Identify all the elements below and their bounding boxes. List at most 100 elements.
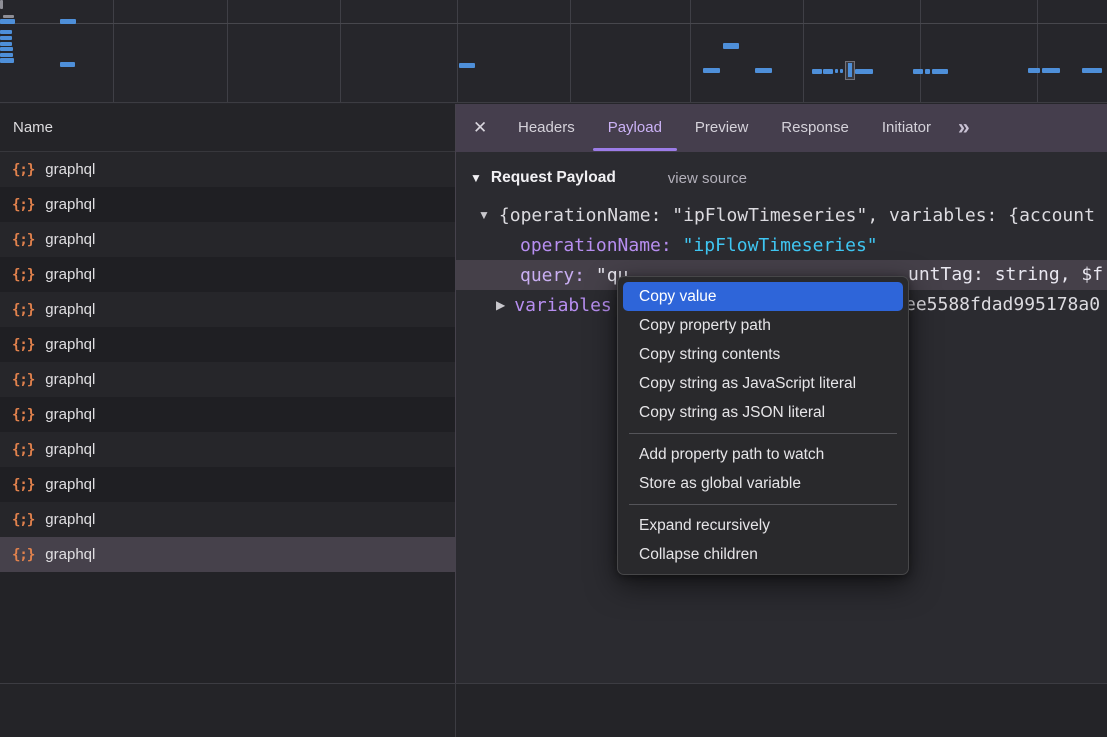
request-timing-bar — [932, 69, 948, 74]
property-key: query: — [520, 265, 585, 286]
json-file-icon: {;} — [12, 512, 34, 528]
menu-item-copy-string-as-json-literal[interactable]: Copy string as JSON literal — [623, 398, 903, 427]
overview-row-divider — [0, 23, 1107, 24]
request-payload-section-header: ▼ Request Payload view source — [456, 164, 1107, 192]
request-timing-bar — [1028, 68, 1040, 73]
request-name: graphql — [45, 406, 95, 423]
request-timing-bar — [60, 62, 75, 67]
json-file-icon: {;} — [12, 302, 34, 318]
tab-preview[interactable]: Preview — [695, 104, 748, 152]
overview-gridline — [457, 0, 458, 102]
request-row[interactable]: {;} graphql — [0, 327, 455, 362]
close-icon[interactable]: ✕ — [473, 118, 491, 138]
section-collapse-icon[interactable]: ▼ — [470, 171, 482, 185]
request-timing-bar — [913, 69, 923, 74]
json-file-icon: {;} — [12, 267, 34, 283]
tab-headers[interactable]: Headers — [518, 104, 575, 152]
json-file-icon: {;} — [12, 477, 34, 493]
request-timing-bar — [703, 68, 720, 73]
context-menu: Copy valueCopy property pathCopy string … — [617, 276, 909, 575]
json-file-icon: {;} — [12, 407, 34, 423]
property-key: variables — [514, 295, 612, 316]
request-timing-bar — [0, 30, 12, 34]
request-row[interactable]: {;} graphql — [0, 502, 455, 537]
request-name: graphql — [45, 301, 95, 318]
overview-gridline — [113, 0, 114, 102]
json-file-icon: {;} — [12, 547, 34, 563]
operation-name-row[interactable]: operationName: "ipFlowTimeseries" — [456, 230, 1107, 260]
network-overview-waterfall[interactable] — [0, 0, 1107, 103]
more-tabs-icon[interactable]: » — [958, 116, 970, 140]
property-key: operationName: — [520, 235, 672, 256]
menu-item-copy-property-path[interactable]: Copy property path — [623, 311, 903, 340]
menu-divider — [629, 433, 897, 434]
column-divider[interactable] — [455, 684, 456, 737]
menu-item-copy-string-contents[interactable]: Copy string contents — [623, 340, 903, 369]
tab-initiator[interactable]: Initiator — [882, 104, 931, 152]
request-timing-bar — [925, 69, 930, 74]
expand-triangle-icon[interactable]: ▶ — [496, 298, 505, 312]
menu-item-copy-string-as-javascript-literal[interactable]: Copy string as JavaScript literal — [623, 369, 903, 398]
request-timing-bar — [60, 19, 76, 24]
request-name: graphql — [45, 476, 95, 493]
json-file-icon: {;} — [12, 162, 34, 178]
request-timing-bar — [755, 68, 772, 73]
request-timing-bar — [835, 69, 838, 73]
name-column-header[interactable]: Name — [0, 104, 455, 152]
json-file-icon: {;} — [12, 442, 34, 458]
property-value: "ipFlowTimeseries" — [683, 235, 878, 256]
menu-item-store-as-global-variable[interactable]: Store as global variable — [623, 469, 903, 498]
json-file-icon: {;} — [12, 337, 34, 353]
request-name: graphql — [45, 441, 95, 458]
overview-gridline — [920, 0, 921, 102]
request-timing-bar — [0, 58, 14, 63]
section-title: Request Payload — [491, 169, 616, 187]
request-timing-bar — [0, 42, 12, 46]
property-value-right: untTag: string, $f — [908, 260, 1103, 290]
tab-payload[interactable]: Payload — [608, 104, 662, 152]
request-row[interactable]: {;}graphql — [0, 187, 455, 222]
overview-gridline — [340, 0, 341, 102]
request-name: graphql — [45, 371, 95, 388]
request-timing-bar — [0, 47, 13, 51]
view-source-link[interactable]: view source — [668, 170, 747, 187]
payload-root-preview: {operationName: "ipFlowTimeseries", vari… — [499, 205, 1095, 226]
payload-root-row[interactable]: ▼ {operationName: "ipFlowTimeseries", va… — [456, 200, 1107, 230]
collapse-triangle-icon[interactable]: ▼ — [478, 208, 490, 222]
json-file-icon: {;} — [12, 197, 34, 213]
request-list-panel: Name {;}graphql{;}graphql{;}graphql{;}gr… — [0, 104, 455, 683]
request-row[interactable]: {;} graphql — [0, 257, 455, 292]
request-rows: {;} graphql {;} graphql {;} graphql {;} graphql… — [0, 152, 455, 572]
menu-item-add-property-path-to-watch[interactable]: Add property path to watch — [623, 440, 903, 469]
request-name: graphql — [45, 231, 95, 248]
selected-request-marker-bar — [848, 63, 852, 77]
request-row[interactable]: {;}graphql — [0, 362, 455, 397]
request-timing-bar — [3, 15, 14, 18]
request-row[interactable]: {;} graphql — [0, 537, 455, 572]
request-name: graphql — [45, 511, 95, 528]
overview-gridline — [227, 0, 228, 102]
tab-response[interactable]: Response — [781, 104, 849, 152]
menu-item-copy-value[interactable]: Copy value — [623, 282, 903, 311]
request-row[interactable]: {;} graphql — [0, 467, 455, 502]
json-file-icon: {;} — [12, 232, 34, 248]
overview-gridline — [570, 0, 571, 102]
request-name: graphql — [45, 336, 95, 353]
request-row[interactable]: {;}graphql — [0, 152, 455, 187]
request-name: graphql — [45, 266, 95, 283]
request-timing-bar — [823, 69, 833, 74]
request-timing-bar — [1042, 68, 1060, 73]
request-timing-bar — [0, 36, 12, 40]
overview-gridline — [1037, 0, 1038, 102]
property-preview-right: ee5588fdad995178a0 — [905, 290, 1100, 320]
request-row[interactable]: {;} graphql — [0, 292, 455, 327]
menu-divider — [629, 504, 897, 505]
menu-item-expand-recursively[interactable]: Expand recursively — [623, 511, 903, 540]
request-row[interactable]: {;} graphql — [0, 222, 455, 257]
request-name: graphql — [45, 546, 95, 563]
menu-item-collapse-children[interactable]: Collapse children — [623, 540, 903, 569]
network-summary-bar — [0, 683, 1107, 737]
request-row[interactable]: {;} graphql — [0, 397, 455, 432]
request-row[interactable]: {;} graphql — [0, 432, 455, 467]
overview-gridline — [803, 0, 804, 102]
